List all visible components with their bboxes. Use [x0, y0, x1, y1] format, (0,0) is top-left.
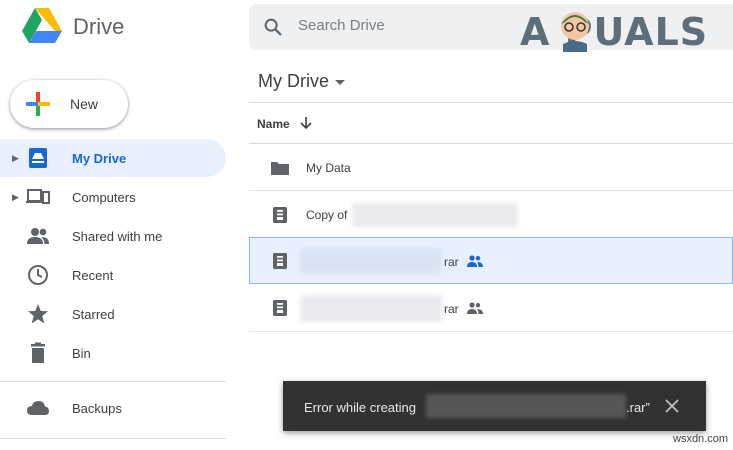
- archive-file-icon: [273, 253, 287, 269]
- clock-icon: [28, 265, 48, 285]
- expand-caret-icon[interactable]: ▶: [12, 153, 19, 164]
- sidebar-item-label: Shared with me: [72, 229, 163, 244]
- close-icon[interactable]: [663, 397, 681, 415]
- file-name: Copy of: [306, 208, 348, 222]
- file-name: My Data: [306, 161, 351, 175]
- archive-file-icon: [273, 207, 287, 223]
- sidebar-divider: [0, 438, 226, 439]
- sidebar-item-label: Backups: [72, 401, 122, 416]
- file-name: rar: [444, 302, 459, 316]
- trash-icon: [31, 342, 45, 363]
- new-button-label: New: [70, 96, 99, 112]
- site-watermark: wsxdn.com: [673, 433, 729, 445]
- appuals-watermark-logo: A PUALS: [520, 10, 709, 54]
- folder-icon: [271, 162, 289, 175]
- drive-logo-icon[interactable]: [22, 8, 62, 44]
- my-drive-icon: [29, 148, 47, 168]
- sidebar-item-label: Starred: [72, 307, 115, 322]
- shared-people-icon: [467, 255, 483, 267]
- search-icon[interactable]: [262, 16, 284, 38]
- chevron-down-icon[interactable]: [334, 77, 346, 87]
- appuals-mascot-icon: [561, 12, 589, 52]
- search-input[interactable]: [298, 17, 498, 34]
- sidebar-item-label: Bin: [72, 346, 91, 361]
- redacted-filename: [352, 203, 518, 227]
- archive-file-icon: [273, 300, 287, 316]
- cloud-icon: [27, 401, 49, 415]
- sort-arrow-down-icon[interactable]: [299, 115, 313, 131]
- redacted-filename: [300, 295, 442, 322]
- sidebar-item-label: My Drive: [72, 151, 127, 166]
- sidebar-item-label: Computers: [72, 190, 136, 205]
- computers-icon: [26, 189, 50, 204]
- shared-with-me-icon: [27, 228, 49, 244]
- snackbar-file-extension: .rar”: [626, 400, 650, 415]
- sidebar-divider: [0, 381, 226, 382]
- plus-icon: [26, 92, 50, 116]
- star-icon: [28, 304, 48, 324]
- sidebar-item-label: Recent: [72, 268, 114, 283]
- column-header-name[interactable]: Name: [257, 117, 290, 131]
- redacted-filename: [300, 248, 442, 273]
- redacted-filename: [426, 394, 626, 418]
- expand-caret-icon[interactable]: ▶: [12, 192, 19, 203]
- breadcrumb-my-drive[interactable]: My Drive: [258, 71, 329, 92]
- divider: [249, 102, 733, 103]
- shared-people-icon: [467, 302, 483, 314]
- file-name: rar: [444, 255, 459, 269]
- snackbar-message: Error while creating: [304, 400, 416, 415]
- brand-title: Drive: [73, 14, 125, 39]
